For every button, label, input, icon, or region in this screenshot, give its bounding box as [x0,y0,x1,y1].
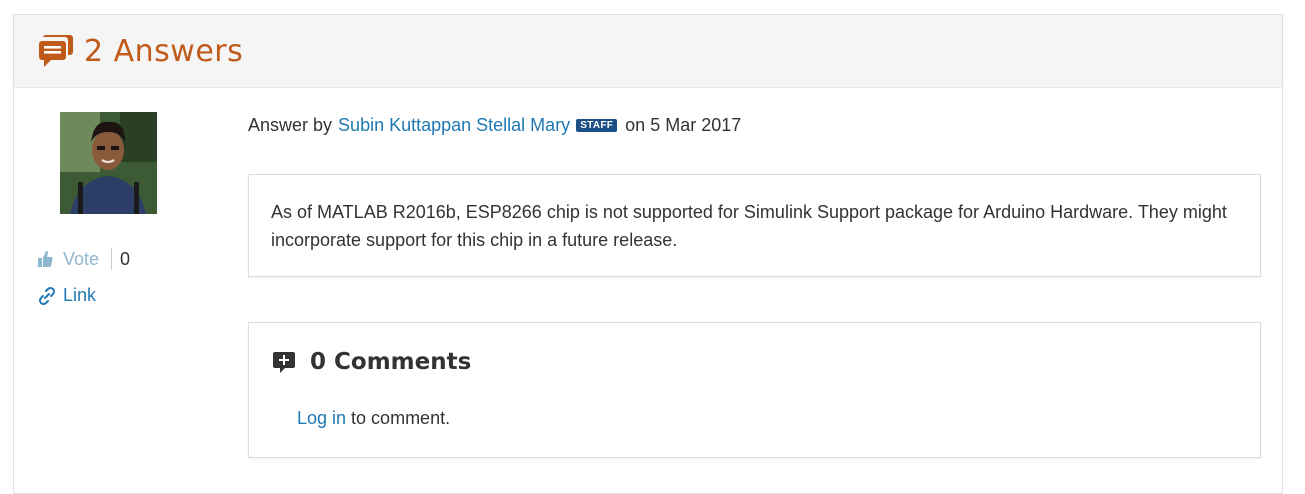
comments-section: 0 Comments Log in to comment. [248,322,1261,458]
answers-count-title: 2 Answers [84,33,244,69]
answer-byline: Answer by Subin Kuttappan Stellal Mary S… [248,115,741,136]
vote-control: Vote 0 [37,247,130,271]
vote-button[interactable]: Vote [63,249,99,270]
login-suffix: to comment. [346,408,451,428]
author-link[interactable]: Subin Kuttappan Stellal Mary [338,115,570,136]
vote-divider [111,248,113,270]
staff-badge: STAFF [576,119,618,132]
answers-panel: 2 Answers Vote 0 Link Answer by Subin Ku… [13,14,1283,494]
answer-date: on 5 Mar 2017 [625,115,742,135]
answer-body: As of MATLAB R2016b, ESP8266 chip is not… [248,174,1261,277]
link-label: Link [63,285,97,305]
permalink-button[interactable]: Link [37,285,96,306]
link-icon [37,286,57,306]
byline-prefix: Answer by [248,115,333,135]
add-comment-icon [272,350,296,374]
vote-count: 0 [120,248,131,269]
login-link[interactable]: Log in [297,408,346,428]
comments-title: 0 Comments [310,349,472,375]
answers-icon [36,31,76,71]
comments-header: 0 Comments [272,349,471,375]
author-avatar[interactable] [60,112,157,214]
answer-text: As of MATLAB R2016b, ESP8266 chip is not… [271,202,1227,250]
thumbs-up-icon[interactable] [37,250,53,268]
login-prompt: Log in to comment. [297,408,450,429]
answers-header: 2 Answers [14,15,1282,88]
